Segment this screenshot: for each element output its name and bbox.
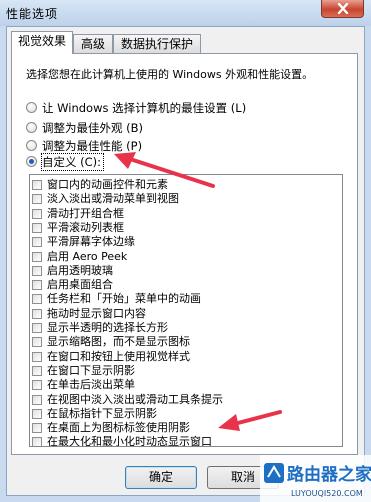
tab-advanced[interactable]: 高级 bbox=[73, 34, 113, 53]
window-title: 性能选项 bbox=[6, 7, 59, 21]
checkbox-label: 任务栏和「开始」菜单中的动画 bbox=[47, 292, 201, 306]
description-text: 选择您想在此计算机上使用的 Windows 外观和性能设置。 bbox=[26, 68, 314, 81]
checkbox[interactable] bbox=[32, 337, 42, 348]
checkbox[interactable] bbox=[32, 251, 42, 262]
checkbox-label: 在最大化和最小化时动态显示窗口 bbox=[47, 435, 212, 447]
checkbox-label: 平滑屏幕字体边缘 bbox=[47, 235, 135, 249]
checkbox[interactable] bbox=[32, 265, 42, 276]
checkbox-label: 淡入淡出或滑动菜单到视图 bbox=[47, 192, 179, 206]
tab-data-execution-prevention[interactable]: 数据执行保护 bbox=[113, 34, 201, 53]
close-icon bbox=[337, 3, 349, 14]
annotation-arrow-icon bbox=[114, 152, 215, 188]
ok-button[interactable]: 确定 bbox=[125, 466, 197, 489]
radio-button[interactable] bbox=[26, 122, 37, 133]
checkbox-label: 在桌面上为图标标签使用阴影 bbox=[47, 421, 190, 435]
checkbox-label: 平滑滚动列表框 bbox=[47, 220, 124, 234]
checkbox[interactable] bbox=[32, 351, 42, 362]
checkbox[interactable] bbox=[32, 437, 42, 446]
checkbox-label: 滑动打开组合框 bbox=[47, 206, 124, 220]
checkbox-label: 在窗口下显示阴影 bbox=[47, 363, 135, 377]
checkbox[interactable] bbox=[32, 237, 42, 248]
checkbox-label: 启用透明玻璃 bbox=[47, 263, 113, 277]
checkbox-label: 在窗口和按钮上使用视觉样式 bbox=[47, 349, 190, 363]
radio-button[interactable] bbox=[26, 102, 37, 113]
checkbox[interactable] bbox=[32, 365, 42, 376]
checkbox[interactable] bbox=[32, 208, 42, 219]
checkbox[interactable] bbox=[32, 323, 42, 333]
checkbox[interactable] bbox=[32, 423, 42, 434]
checkbox[interactable] bbox=[32, 222, 42, 233]
checkbox-label: 拖动时显示窗口内容 bbox=[47, 306, 146, 320]
watermark-brand: 路由器之家 bbox=[287, 464, 371, 485]
checkbox-label: 在单击后淡出菜单 bbox=[47, 378, 135, 392]
watermark-url: LUYOUQI520.COM bbox=[291, 489, 363, 498]
tab-visual-effects[interactable]: 视觉效果 bbox=[11, 31, 73, 54]
watermark-logo-icon: 路由器之家 LUYOUQI520.COM bbox=[260, 455, 371, 502]
checkbox-label: 显示半透明的选择长方形 bbox=[47, 321, 168, 334]
visual-effects-list[interactable]: 窗口内的动画控件和元素 淡入淡出或滑动菜单到视图 滑动打开组合框 平滑滚动列表框… bbox=[29, 174, 343, 447]
checkbox-label: 在视图中淡入淡出或滑动工具条提示 bbox=[47, 392, 223, 406]
checkbox[interactable] bbox=[32, 280, 42, 291]
checkbox-label: 启用桌面组合 bbox=[47, 278, 113, 292]
close-button[interactable] bbox=[321, 0, 364, 18]
radio-label: 让 Windows 选择计算机的最佳设置 (L) bbox=[42, 101, 247, 115]
checkbox[interactable] bbox=[32, 394, 42, 405]
title-bar[interactable]: 性能选项 bbox=[0, 0, 371, 26]
checkbox[interactable] bbox=[32, 194, 42, 205]
annotation-arrow-icon bbox=[218, 410, 282, 431]
dialog-window: 性能选项 视觉效果 高级 数据执行保护 选择您想在此计算机上使用的 Window… bbox=[0, 0, 371, 502]
checkbox[interactable] bbox=[32, 380, 42, 391]
checkbox-label: 显示缩略图，而不是显示图标 bbox=[47, 335, 190, 349]
checkbox[interactable] bbox=[32, 408, 42, 419]
checkbox[interactable] bbox=[32, 294, 42, 305]
radio-button[interactable] bbox=[26, 140, 37, 151]
radio-label: 自定义 (C): bbox=[40, 153, 105, 171]
checkbox-label: 启用 Aero Peek bbox=[47, 249, 128, 263]
checkbox[interactable] bbox=[32, 180, 42, 190]
radio-button-selected[interactable] bbox=[26, 156, 37, 167]
radio-label: 调整为最佳外观 (B) bbox=[42, 121, 144, 135]
checkbox-label: 在鼠标指针下显示阴影 bbox=[47, 406, 157, 420]
checkbox[interactable] bbox=[32, 308, 42, 319]
